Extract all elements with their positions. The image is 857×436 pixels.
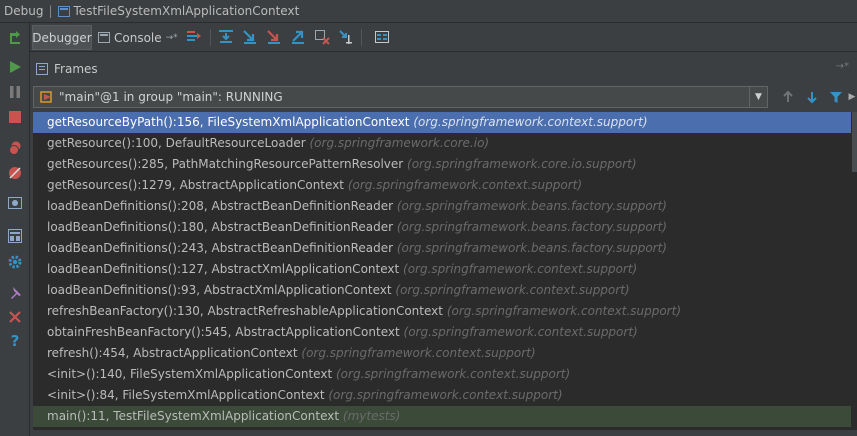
step-out-icon[interactable] xyxy=(289,28,307,46)
mute-breakpoints-icon[interactable] xyxy=(5,163,25,183)
frame-row[interactable]: loadBeanDefinitions():243, AbstractBeanD… xyxy=(33,238,851,259)
frame-method: <init>():140, FileSystemXmlApplicationCo… xyxy=(47,367,333,381)
previous-frame-icon[interactable] xyxy=(779,88,797,106)
drop-frame-icon[interactable] xyxy=(313,28,331,46)
tab-debugger[interactable]: Debugger xyxy=(32,25,92,50)
thread-running-icon xyxy=(40,90,54,104)
pause-icon[interactable] xyxy=(5,82,25,102)
frame-method: loadBeanDefinitions():93, AbstractXmlApp… xyxy=(47,283,392,297)
thread-selector-value: "main"@1 in group "main": RUNNING xyxy=(59,90,283,104)
rerun-icon[interactable] xyxy=(5,27,25,47)
frames-title: Frames xyxy=(54,61,98,76)
frame-row[interactable]: loadBeanDefinitions():127, AbstractXmlAp… xyxy=(33,259,851,280)
frame-method: obtainFreshBeanFactory():545, AbstractAp… xyxy=(47,325,400,339)
show-execution-point-icon[interactable] xyxy=(185,28,203,46)
help-icon[interactable]: ? xyxy=(5,331,25,351)
vertical-scrollbar[interactable] xyxy=(851,112,857,430)
frame-method: main():11, TestFileSystemXmlApplicationC… xyxy=(47,409,340,423)
pin-arrow-icon[interactable]: →* xyxy=(836,61,849,72)
chevron-down-icon[interactable]: ▼ xyxy=(749,87,767,107)
pin-tab-icon[interactable] xyxy=(5,283,25,303)
run-config-name[interactable]: TestFileSystemXmlApplicationContext xyxy=(74,4,300,18)
frame-method: refreshBeanFactory():130, AbstractRefres… xyxy=(47,304,443,318)
frame-row[interactable]: <init>():140, FileSystemXmlApplicationCo… xyxy=(33,364,851,385)
frame-method: refresh():454, AbstractApplicationContex… xyxy=(47,346,298,360)
frame-method: loadBeanDefinitions():243, AbstractBeanD… xyxy=(47,241,394,255)
frame-package: (org.springframework.context.support) xyxy=(403,262,638,276)
frame-package: (org.springframework.context.support) xyxy=(328,388,563,402)
frame-row[interactable]: loadBeanDefinitions():93, AbstractXmlApp… xyxy=(33,280,851,301)
frame-package: (org.springframework.context.support) xyxy=(446,304,682,318)
frame-package: (org.springframework.context.support) xyxy=(336,367,571,381)
stop-icon[interactable] xyxy=(5,107,25,127)
tab-console[interactable]: Console →* xyxy=(94,25,182,50)
frames-icon xyxy=(36,62,48,75)
frame-row[interactable]: getResources():285, PathMatchingResource… xyxy=(33,154,851,175)
frame-row[interactable]: loadBeanDefinitions():180, AbstractBeanD… xyxy=(33,217,851,238)
console-icon xyxy=(98,32,110,43)
more-chevron-icon[interactable]: ▶ xyxy=(847,88,857,106)
debug-toolbar: Debugger Console →* xyxy=(30,23,857,52)
frames-header: Frames →* xyxy=(30,55,857,82)
frame-method: getResourceByPath():156, FileSystemXmlAp… xyxy=(47,115,410,129)
view-breakpoints-icon[interactable] xyxy=(5,138,25,158)
frame-method: loadBeanDefinitions():180, AbstractBeanD… xyxy=(47,220,394,234)
frame-row[interactable]: refreshBeanFactory():130, AbstractRefres… xyxy=(33,301,851,322)
frame-package: (org.springframework.beans.factory.suppo… xyxy=(396,199,667,213)
run-config-icon xyxy=(57,5,70,17)
thread-selector[interactable]: "main"@1 in group "main": RUNNING ▼ xyxy=(33,86,768,108)
frame-row[interactable]: <init>():84, FileSystemXmlApplicationCon… xyxy=(33,385,851,406)
frame-method: loadBeanDefinitions():127, AbstractXmlAp… xyxy=(47,262,400,276)
frame-row[interactable]: loadBeanDefinitions():208, AbstractBeanD… xyxy=(33,196,851,217)
frame-package: (org.springframework.context.support) xyxy=(347,178,583,192)
frame-package: (org.springframework.context.support) xyxy=(301,346,536,360)
frame-row[interactable]: getResources():1279, AbstractApplication… xyxy=(33,175,851,196)
step-into-icon[interactable] xyxy=(241,28,259,46)
tab-debugger-label: Debugger xyxy=(32,30,92,45)
title-separator: | xyxy=(48,4,53,18)
frame-method: getResources():285, PathMatchingResource… xyxy=(47,157,404,171)
frame-row[interactable]: main():11, TestFileSystemXmlApplicationC… xyxy=(33,406,851,427)
toolbar-separator xyxy=(210,29,211,46)
frame-method: <init>():84, FileSystemXmlApplicationCon… xyxy=(47,388,325,402)
step-over-icon[interactable] xyxy=(217,28,235,46)
filter-icon[interactable] xyxy=(827,88,845,106)
frame-row[interactable]: getResourceByPath():156, FileSystemXmlAp… xyxy=(33,112,851,133)
frame-method: loadBeanDefinitions():208, AbstractBeanD… xyxy=(47,199,394,213)
frame-package: (org.springframework.beans.factory.suppo… xyxy=(396,220,667,234)
frame-row[interactable]: obtainFreshBeanFactory():545, AbstractAp… xyxy=(33,322,851,343)
scrollbar-thumb[interactable] xyxy=(852,112,857,172)
debug-label: Debug xyxy=(4,4,44,18)
frame-package: (org.springframework.context.support) xyxy=(395,283,630,297)
left-toolbar: ? xyxy=(0,23,30,436)
frame-package: (org.springframework.context.support) xyxy=(403,325,638,339)
run-to-cursor-icon[interactable] xyxy=(337,28,355,46)
force-step-into-icon[interactable] xyxy=(265,28,283,46)
frame-row[interactable]: getResource():100, DefaultResourceLoader… xyxy=(33,133,851,154)
get-thread-dump-icon[interactable] xyxy=(5,193,25,213)
frame-method: getResource():100, DefaultResourceLoader xyxy=(47,136,306,150)
restore-layout-icon[interactable] xyxy=(5,226,25,246)
evaluate-expression-icon[interactable] xyxy=(373,28,391,46)
frame-package: (org.springframework.beans.factory.suppo… xyxy=(396,241,667,255)
frames-list[interactable]: getResourceByPath():156, FileSystemXmlAp… xyxy=(33,112,851,430)
resume-icon[interactable] xyxy=(5,57,25,77)
frame-package: (org.springframework.context.support) xyxy=(413,115,648,129)
frame-method: getResources():1279, AbstractApplication… xyxy=(47,178,344,192)
frame-package: (org.springframework.core.io) xyxy=(309,136,490,150)
settings-icon[interactable] xyxy=(5,252,25,272)
tab-console-label: Console xyxy=(114,30,162,45)
toolbar-separator xyxy=(361,29,362,46)
title-bar: Debug | TestFileSystemXmlApplicationCont… xyxy=(0,0,857,23)
next-frame-icon[interactable] xyxy=(803,88,821,106)
pin-arrow-icon: →* xyxy=(165,32,178,43)
close-icon[interactable] xyxy=(5,307,25,327)
frame-row[interactable]: refresh():454, AbstractApplicationContex… xyxy=(33,343,851,364)
frame-package: (mytests) xyxy=(342,409,401,423)
frame-package: (org.springframework.core.io.support) xyxy=(407,157,637,171)
